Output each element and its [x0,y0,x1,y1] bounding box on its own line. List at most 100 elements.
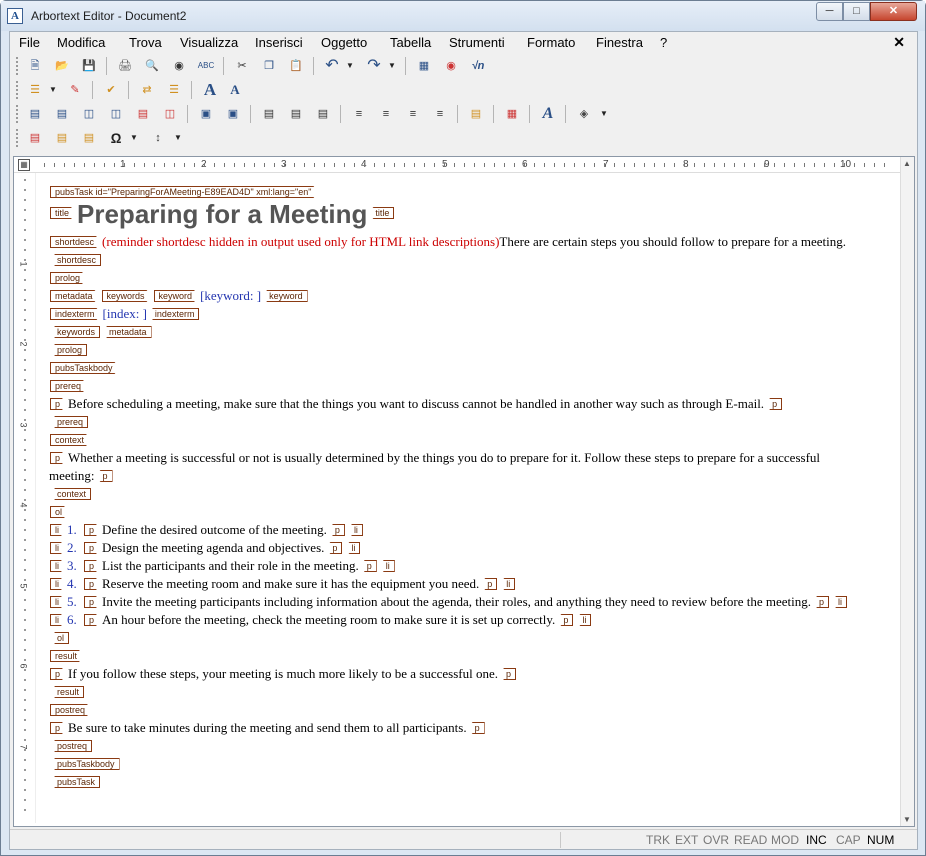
cut-icon[interactable]: ✂ [231,56,253,76]
special-characters-dropdown-icon[interactable]: ▼ [129,128,139,148]
menu-formato[interactable]: Formato [527,35,575,50]
keywords-close-tag[interactable]: keywords [50,326,101,339]
indexterm-close-tag[interactable]: indexterm [147,308,200,321]
p-close-tag[interactable]: p [359,560,377,573]
ruler-corner-icon[interactable]: ▦ [18,159,30,171]
li-open-tag[interactable]: li [50,542,66,554]
copy-icon[interactable]: ❐ [258,56,280,76]
close-window-button[interactable]: ✕ [870,2,917,21]
close-document-icon[interactable]: ✕ [893,34,905,51]
undo-icon[interactable]: ↶ [321,56,343,76]
p-close-tag[interactable]: p [765,398,783,411]
li-close-tag[interactable]: li [378,560,395,573]
undo-dropdown-icon[interactable]: ▼ [345,56,355,76]
new-document-icon[interactable]: 🗎 [24,56,46,76]
table-properties-icon[interactable]: ▦ [501,104,523,124]
toolbar-gripper[interactable] [16,81,19,99]
pubstaskbody-open-tag[interactable]: pubsTaskbody [50,362,120,374]
validate-icon[interactable]: ✔ [100,80,122,100]
keyword-open-tag[interactable]: keyword [154,290,200,302]
split-cells-icon[interactable]: ▣ [222,104,244,124]
insert-entity-ref-icon[interactable]: ▤ [51,128,73,148]
redo-dropdown-icon[interactable]: ▼ [387,56,397,76]
title-bar[interactable]: A Arbortext Editor - Document2 ─ □ ✕ [1,1,925,31]
shortdesc-close-tag[interactable]: shortdesc [50,254,102,267]
p-close-tag[interactable]: p [327,524,345,537]
pubstaskbody-close-tag[interactable]: pubsTaskbody [50,758,120,771]
insert-image-icon[interactable]: ◉ [440,56,462,76]
p-open-tag[interactable]: p [84,560,101,572]
p-open-tag[interactable]: p [84,524,101,536]
keyword-close-tag[interactable]: keyword [262,290,308,303]
align-center-icon[interactable]: ≡ [375,104,397,124]
p-close-tag[interactable]: p [499,668,517,681]
change-markup-icon[interactable]: ⇄ [136,80,158,100]
table-col-left-icon[interactable]: ◫ [78,104,100,124]
index-placeholder[interactable]: [index: ] [103,306,147,321]
menu-oggetto[interactable]: Oggetto [321,35,367,50]
li-open-tag[interactable]: li [50,614,66,626]
li-close-tag[interactable]: li [831,596,848,609]
table-icon[interactable]: ▦ [413,56,435,76]
justify-icon[interactable]: ≡ [429,104,451,124]
p-close-tag[interactable]: p [467,722,485,735]
li-close-tag[interactable]: li [344,542,361,555]
align-left-icon[interactable]: ≡ [348,104,370,124]
insert-markup-icon[interactable]: ☰ [24,80,46,100]
ol-open-tag[interactable]: ol [50,506,69,518]
prolog-close-tag[interactable]: prolog [50,344,88,357]
li-close-tag[interactable]: li [346,524,363,537]
modify-attributes-icon[interactable]: ☰ [163,80,185,100]
p-open-tag[interactable]: p [84,578,101,590]
context-open-tag[interactable]: context [50,434,91,446]
scroll-up-icon[interactable]: ▲ [903,159,911,168]
align-middle-icon[interactable]: ▤ [285,104,307,124]
insert-equation-icon[interactable]: √n [467,56,489,76]
vertical-scrollbar[interactable]: ▲ ▼ [900,157,914,826]
metadata-close-tag[interactable]: metadata [102,326,152,339]
p-close-tag[interactable]: p [325,542,343,555]
redo-icon[interactable]: ↷ [363,56,385,76]
p-open-tag[interactable]: p [84,614,101,626]
special-characters-icon[interactable]: Ω [105,128,127,148]
align-right-icon[interactable]: ≡ [402,104,424,124]
cell-properties-icon[interactable]: ▤ [465,104,487,124]
print-preview-icon[interactable]: 🔍 [141,56,163,76]
menu-modifica[interactable]: Modifica [57,35,105,50]
menu-tabella[interactable]: Tabella [390,35,431,50]
insert-entity-icon[interactable]: ▤ [24,128,46,148]
postreq-close-tag[interactable]: postreq [50,740,93,753]
li-open-tag[interactable]: li [50,578,66,590]
p-open-tag[interactable]: p [84,596,101,608]
merge-cells-icon[interactable]: ▣ [195,104,217,124]
fill-color-icon[interactable]: ◈ [573,104,595,124]
menu-strumenti[interactable]: Strumenti [449,35,505,50]
decrease-font-icon[interactable]: A [224,80,246,100]
fill-color-dropdown-icon[interactable]: ▼ [599,104,609,124]
table-row-above-icon[interactable]: ▤ [24,104,46,124]
li-open-tag[interactable]: li [50,596,66,608]
text-style-icon[interactable]: A [537,104,559,124]
align-bottom-icon[interactable]: ▤ [312,104,334,124]
edit-markup-icon[interactable]: ✎ [64,80,86,100]
shortdesc-open-tag[interactable]: shortdesc [50,236,101,248]
p-close-tag[interactable]: p [812,596,830,609]
menu-help[interactable]: ? [660,35,667,50]
p-open-tag[interactable]: p [50,452,67,464]
scroll-down-icon[interactable]: ▼ [903,815,911,824]
keyword-placeholder[interactable]: [keyword: ] [200,288,261,303]
table-split-icon[interactable]: ▤ [132,104,154,124]
spellcheck-icon[interactable]: ABC [195,56,217,76]
menu-visualizza[interactable]: Visualizza [180,35,238,50]
p-close-tag[interactable]: p [556,614,574,627]
keywords-open-tag[interactable]: keywords [102,290,152,302]
save-icon[interactable]: 💾 [78,56,100,76]
li-open-tag[interactable]: li [50,560,66,572]
table-col-right-icon[interactable]: ◫ [105,104,127,124]
p-open-tag[interactable]: p [50,722,67,734]
indexterm-open-tag[interactable]: indexterm [50,308,102,320]
line-spacing-dropdown-icon[interactable]: ▼ [173,128,183,148]
prereq-close-tag[interactable]: prereq [50,416,89,429]
maximize-button[interactable]: □ [843,2,870,21]
document-content[interactable]: pubsTask id="PreparingForAMeeting-E89EAD… [49,175,889,825]
